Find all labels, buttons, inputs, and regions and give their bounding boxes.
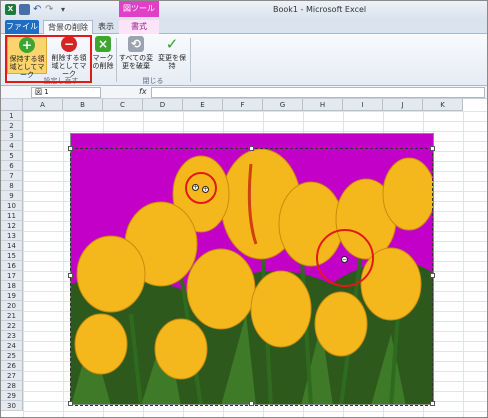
- keep-mark-icon[interactable]: +: [192, 184, 199, 191]
- row-header[interactable]: 20: [1, 301, 23, 311]
- row-header[interactable]: 27: [1, 371, 23, 381]
- column-header[interactable]: I: [343, 99, 383, 111]
- row-header[interactable]: 30: [1, 401, 23, 411]
- resize-handle[interactable]: [68, 146, 73, 151]
- row-header[interactable]: 16: [1, 261, 23, 271]
- discard-all-changes-button[interactable]: ⟲ すべての変更を破棄: [117, 36, 155, 74]
- row-header[interactable]: 25: [1, 351, 23, 361]
- column-header[interactable]: K: [423, 99, 463, 111]
- row-header[interactable]: 18: [1, 281, 23, 291]
- select-all-corner[interactable]: [1, 99, 23, 111]
- row-header[interactable]: 19: [1, 291, 23, 301]
- row-header[interactable]: 11: [1, 211, 23, 221]
- row-header[interactable]: 3: [1, 131, 23, 141]
- tab-view[interactable]: 表示: [95, 20, 117, 34]
- row-header[interactable]: 6: [1, 161, 23, 171]
- delete-mark-label: マークの削除: [92, 54, 114, 70]
- row-header[interactable]: 9: [1, 191, 23, 201]
- checkmark-icon: ✓: [165, 35, 179, 53]
- row-header[interactable]: 8: [1, 181, 23, 191]
- row-header[interactable]: 5: [1, 151, 23, 161]
- row-header[interactable]: 13: [1, 231, 23, 241]
- row-header[interactable]: 12: [1, 221, 23, 231]
- row-header[interactable]: 10: [1, 201, 23, 211]
- row-header[interactable]: 23: [1, 331, 23, 341]
- column-header[interactable]: F: [223, 99, 263, 111]
- column-header[interactable]: B: [63, 99, 103, 111]
- resize-handle[interactable]: [249, 146, 254, 151]
- tab-file[interactable]: ファイル: [5, 20, 39, 34]
- group-separator: [190, 38, 191, 82]
- row-header[interactable]: 29: [1, 391, 23, 401]
- resize-handle[interactable]: [68, 273, 73, 278]
- highlight-annotation-box: [5, 35, 92, 83]
- resize-handle[interactable]: [430, 401, 435, 406]
- column-header[interactable]: H: [303, 99, 343, 111]
- resize-handle[interactable]: [249, 401, 254, 406]
- delete-mark-button[interactable]: × マークの削除: [90, 36, 116, 74]
- row-header[interactable]: 14: [1, 241, 23, 251]
- discard-icon: ⟲: [128, 36, 144, 52]
- window-title: Book1 - Microsoft Excel: [273, 5, 367, 14]
- formula-input[interactable]: [151, 87, 485, 98]
- undo-icon[interactable]: ↶: [33, 4, 44, 15]
- column-header[interactable]: G: [263, 99, 303, 111]
- row-header[interactable]: 15: [1, 251, 23, 261]
- column-header[interactable]: J: [383, 99, 423, 111]
- customize-toolbar-icon[interactable]: ▾: [61, 4, 72, 15]
- discard-all-changes-label: すべての変更を破棄: [118, 54, 154, 70]
- column-header[interactable]: D: [143, 99, 183, 111]
- resize-handle[interactable]: [430, 146, 435, 151]
- excel-logo-icon[interactable]: X: [5, 4, 16, 15]
- title-bar: X ↶ ↷ ▾ 図ツール Book1 - Microsoft Excel: [1, 1, 487, 19]
- row-header[interactable]: 2: [1, 121, 23, 131]
- keep-mark-icon[interactable]: +: [202, 186, 209, 193]
- keep-changes-label: 変更を保持: [158, 54, 186, 70]
- function-icon[interactable]: fx: [139, 87, 147, 96]
- row-header[interactable]: 24: [1, 341, 23, 351]
- redo-icon[interactable]: ↷: [45, 4, 56, 15]
- group-label-close: 閉じる: [142, 77, 164, 85]
- column-header[interactable]: E: [183, 99, 223, 111]
- row-header[interactable]: 21: [1, 311, 23, 321]
- delete-mark-icon: ×: [95, 36, 111, 52]
- remove-mark-icon[interactable]: −: [341, 256, 348, 263]
- resize-handle[interactable]: [68, 401, 73, 406]
- row-header[interactable]: 4: [1, 141, 23, 151]
- row-header[interactable]: 22: [1, 321, 23, 331]
- column-header[interactable]: A: [23, 99, 63, 111]
- row-header[interactable]: 1: [1, 111, 23, 121]
- excel-window: X ↶ ↷ ▾ 図ツール Book1 - Microsoft Excel ファイ…: [0, 0, 488, 418]
- column-header[interactable]: C: [103, 99, 143, 111]
- keep-mark-annotation-circle: [185, 172, 217, 204]
- row-header[interactable]: 26: [1, 361, 23, 371]
- keep-area-marquee[interactable]: [70, 148, 433, 406]
- ribbon-tabs: ファイル 背景の削除 表示 書式: [1, 19, 487, 34]
- save-icon[interactable]: [19, 4, 30, 15]
- tab-format[interactable]: 書式: [119, 20, 159, 34]
- picture-tools-context-label: 図ツール: [119, 1, 159, 17]
- row-header[interactable]: 7: [1, 171, 23, 181]
- resize-handle[interactable]: [430, 273, 435, 278]
- formula-bar: 図 1 fx: [1, 86, 487, 99]
- row-header[interactable]: 17: [1, 271, 23, 281]
- name-box[interactable]: 図 1: [31, 87, 101, 98]
- keep-changes-button[interactable]: ✓ 変更を保持: [157, 36, 187, 74]
- tab-background-removal[interactable]: 背景の削除: [43, 20, 93, 34]
- row-header[interactable]: 28: [1, 381, 23, 391]
